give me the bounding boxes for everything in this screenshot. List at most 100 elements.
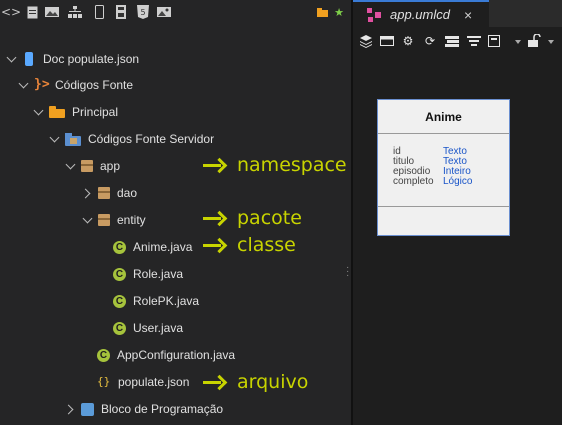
explorer-toolbar: <> 5 ★ [0, 0, 351, 24]
folder-icon[interactable] [316, 5, 328, 19]
device-icon [25, 52, 33, 66]
tree-item-label: AppConfiguration.java [117, 348, 236, 362]
annotation-namespace: namespace [203, 154, 347, 176]
annotation-arquivo: arquivo [203, 371, 308, 393]
tree-item-app[interactable]: app [65, 156, 120, 176]
uml-diagram-icon [367, 7, 381, 22]
tree-item-label: Códigos Fonte Servidor [88, 132, 215, 146]
tab-app-umlcd[interactable]: app.umlcd × [353, 0, 489, 27]
package-icon [98, 187, 110, 199]
layers-icon[interactable] [359, 34, 373, 48]
tree-item-label: Anime.java [133, 240, 193, 254]
editor-panel: app.umlcd × ⚙ ⟳ Anime id Texto titulo Te… [353, 0, 562, 425]
chevron-right-icon[interactable] [82, 187, 94, 199]
tree-item-label: entity [117, 213, 146, 227]
tree-item-root[interactable]: Doc populate.json [6, 49, 139, 69]
uml-attributes: id Texto titulo Texto episodio Inteiro c… [378, 134, 509, 207]
arrow-right-icon [203, 158, 225, 172]
picture-icon[interactable] [157, 4, 171, 20]
save-icon[interactable] [114, 4, 128, 20]
java-class-icon: C [113, 240, 126, 254]
diagram-canvas[interactable]: Anime id Texto titulo Texto episodio Int… [353, 58, 562, 425]
tree-item-principal[interactable]: Principal [33, 102, 118, 122]
chevron-down-icon[interactable] [33, 106, 45, 118]
java-class-icon: C [113, 267, 126, 281]
uml-class-box[interactable]: Anime id Texto titulo Texto episodio Int… [377, 99, 510, 236]
tree-item-file[interactable]: C User.java [113, 318, 183, 338]
chevron-down-icon[interactable] [6, 53, 18, 65]
package-icon [98, 214, 110, 226]
tree-item-label: RolePK.java [133, 294, 200, 308]
editor-tab-bar: app.umlcd × [353, 0, 562, 27]
tree-item-file[interactable]: C RolePK.java [113, 291, 199, 311]
chevron-down-icon[interactable] [82, 214, 94, 226]
java-class-icon: C [113, 321, 126, 335]
chevron-right-icon[interactable] [65, 403, 77, 415]
chevron-down-icon[interactable] [18, 79, 30, 91]
window-icon[interactable] [380, 34, 394, 48]
tree-item-file[interactable]: C Anime.java [113, 237, 192, 257]
attribute-type: Lógico [443, 176, 473, 187]
arrow-right-icon [203, 238, 225, 252]
center-align-icon[interactable] [467, 34, 481, 48]
device-icon[interactable] [92, 4, 106, 20]
unlock-icon[interactable] [527, 33, 541, 48]
tab-label: app.umlcd [390, 7, 450, 22]
document-icon[interactable] [25, 4, 39, 20]
chevron-down-icon[interactable] [515, 40, 521, 44]
tree-item-label: Principal [72, 105, 119, 119]
tree-item-label: dao [117, 186, 138, 200]
page-icon[interactable] [487, 34, 501, 48]
tree-item-entity[interactable]: entity [82, 210, 146, 230]
annotation-label: namespace [237, 154, 347, 176]
project-explorer-panel: <> 5 ★ Doc populate.json}> Códigos Font… [0, 0, 351, 425]
image-icon[interactable] [45, 4, 59, 20]
tree-icon[interactable] [68, 4, 82, 20]
json-file-icon: {} [97, 375, 111, 388]
close-icon[interactable]: × [464, 7, 472, 23]
tree-item-bloco[interactable]: Bloco de Programação [65, 399, 223, 419]
tree-item-appconfig[interactable]: C AppConfiguration.java [97, 345, 235, 365]
align-icon[interactable] [445, 34, 459, 48]
server-folder-icon [65, 132, 81, 146]
tree-item-server[interactable]: Códigos Fonte Servidor [49, 129, 214, 149]
html5-icon[interactable]: 5 [136, 4, 150, 20]
annotation-label: classe [237, 234, 296, 256]
annotation-classe: classe [203, 234, 296, 256]
tree-item-source[interactable]: }> Códigos Fonte [18, 75, 133, 95]
tree-item-label: Role.java [133, 267, 184, 281]
tree-item-file[interactable]: C Role.java [113, 264, 183, 284]
annotation-label: arquivo [237, 371, 309, 393]
cube-icon [81, 402, 94, 416]
java-class-icon: C [97, 348, 110, 362]
star-icon[interactable]: ★ [333, 5, 345, 19]
tree-item-label: app [100, 159, 121, 173]
diagram-toolbar: ⚙ ⟳ [353, 31, 562, 53]
source-code-icon: }> [34, 77, 50, 92]
chevron-down-icon[interactable] [65, 160, 77, 172]
tree-item-label: Bloco de Programação [101, 402, 224, 416]
uml-class-name: Anime [378, 100, 509, 134]
chevron-down-icon[interactable] [548, 40, 554, 44]
svg-text:5: 5 [140, 8, 145, 17]
uml-attribute[interactable]: completo Lógico [378, 177, 509, 187]
settings-icon[interactable]: ⚙ [401, 34, 415, 48]
tree-item-label: Doc populate.json [43, 52, 140, 66]
attribute-name: completo [393, 176, 434, 187]
refresh-icon[interactable]: ⟳ [423, 34, 437, 48]
uml-methods [378, 207, 509, 235]
splitter-handle[interactable]: · · · [346, 263, 349, 281]
chevron-down-icon[interactable] [49, 133, 61, 145]
code-brackets-icon[interactable]: <> [1, 4, 21, 20]
tree-item-label: populate.json [118, 375, 190, 389]
tree-item-label: Códigos Fonte [55, 78, 134, 92]
annotation-pacote: pacote [203, 207, 302, 229]
tree-item-populate[interactable]: {} populate.json [97, 372, 189, 392]
tree-item-dao[interactable]: dao [82, 183, 137, 203]
package-icon [81, 160, 93, 172]
arrow-right-icon [203, 211, 225, 225]
annotation-label: pacote [237, 207, 302, 229]
arrow-right-icon [203, 375, 225, 389]
tree-item-label: User.java [133, 321, 184, 335]
folder-icon [49, 106, 65, 118]
